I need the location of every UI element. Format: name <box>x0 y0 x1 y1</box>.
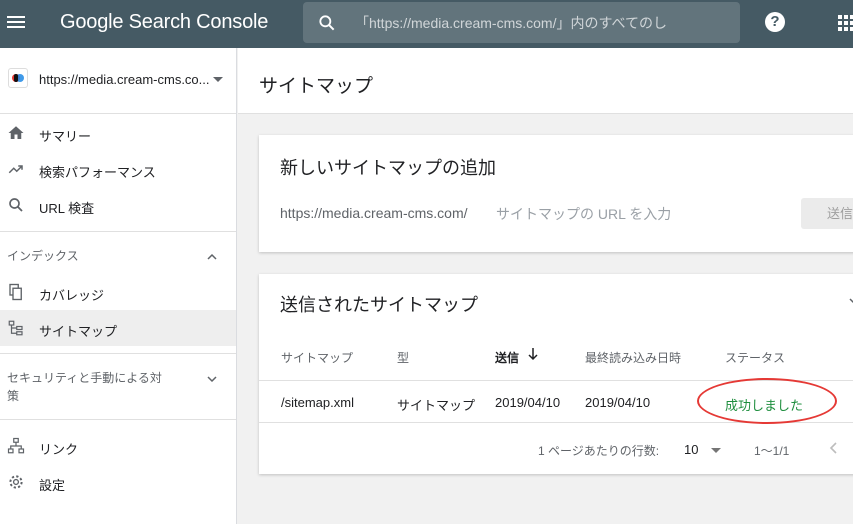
property-selector[interactable]: https://media.cream-cms.co... <box>0 48 236 114</box>
sidebar-item-label: サマリー <box>39 129 92 144</box>
sidebar-item-label: リンク <box>39 442 79 457</box>
status-badge: 成功しました <box>725 398 804 413</box>
file-copy-icon <box>9 283 22 301</box>
sidebar-divider <box>0 353 236 354</box>
row-divider <box>259 422 853 423</box>
column-header-type[interactable]: 型 <box>397 349 409 366</box>
page-range: 1〜1/1 <box>754 444 790 458</box>
section-security-header[interactable]: セキュリティと手動による対 策 <box>0 368 236 408</box>
sitemap-url-input[interactable] <box>496 201 766 227</box>
filter-caret-icon[interactable] <box>849 296 853 306</box>
submit-button[interactable]: 送信 <box>801 198 853 229</box>
card-title: 新しいサイトマップの追加 <box>280 158 496 178</box>
sidebar-item-settings[interactable]: 設定 <box>0 464 236 500</box>
search-icon[interactable] <box>317 13 337 33</box>
app-title[interactable]: Google Search Console <box>60 11 268 34</box>
gear-icon <box>9 475 23 489</box>
search-box[interactable] <box>303 2 740 43</box>
section-title: インデックス <box>7 249 79 263</box>
submitted-sitemaps-card: 送信されたサイトマップ サイトマップ 型 送信 最終読み込み日時 ステータス /… <box>259 274 853 474</box>
sidebar-item-url-inspection[interactable]: URL 検査 <box>0 187 236 223</box>
sidebar-item-label: サイトマップ <box>39 324 118 339</box>
chevron-left-icon[interactable] <box>827 440 841 456</box>
cell-last-read: 2019/04/10 <box>585 395 651 410</box>
sidebar-item-sitemaps[interactable]: サイトマップ <box>0 310 236 346</box>
sidebar-item-label: URL 検査 <box>39 201 95 216</box>
apps-grid-icon[interactable] <box>838 15 853 33</box>
column-header-sitemap[interactable]: サイトマップ <box>281 349 353 366</box>
column-header-submitted[interactable]: 送信 <box>495 349 519 366</box>
search-icon <box>9 198 23 212</box>
property-favicon <box>8 68 28 88</box>
column-header-status[interactable]: ステータス <box>725 349 785 366</box>
dropdown-caret-icon <box>213 77 223 82</box>
pagination: 1 ページあたりの行数: 10 1〜1/1 <box>259 434 853 464</box>
sidebar-item-coverage[interactable]: カバレッジ <box>0 274 236 310</box>
sidebar-item-label: 検索パフォーマンス <box>39 165 156 180</box>
page-header: サイトマップ <box>238 48 853 114</box>
sidebar: https://media.cream-cms.co... サマリー 検索パフォ… <box>0 48 237 524</box>
cell-type: サイトマップ <box>397 398 476 413</box>
page-title: サイトマップ <box>259 76 374 97</box>
card-title: 送信されたサイトマップ <box>280 295 478 315</box>
links-icon <box>7 437 25 454</box>
chevron-up-icon <box>207 253 217 260</box>
sidebar-divider <box>0 419 236 420</box>
rows-per-page-value: 10 <box>684 442 699 457</box>
chevron-down-icon <box>207 376 217 383</box>
home-icon <box>8 126 24 139</box>
section-index-header[interactable]: インデックス <box>0 244 236 268</box>
table-row[interactable]: /sitemap.xml サイトマップ 2019/04/10 2019/04/1… <box>259 381 853 422</box>
sitemap-url-prefix: https://media.cream-cms.com/ <box>280 205 468 221</box>
column-header-last-read[interactable]: 最終読み込み日時 <box>585 349 681 366</box>
top-app-bar: Google Search Console ? <box>0 0 853 48</box>
property-url: https://media.cream-cms.co... <box>39 72 210 87</box>
rows-per-page-select[interactable]: 10 <box>684 437 724 461</box>
search-input[interactable] <box>355 2 735 43</box>
trending-up-icon <box>8 165 23 174</box>
rows-per-page-label: 1 ページあたりの行数: <box>538 444 660 458</box>
cell-submitted: 2019/04/10 <box>495 395 561 410</box>
section-title-line2: 策 <box>7 389 20 403</box>
cell-sitemap: /sitemap.xml <box>281 395 354 410</box>
section-title-line1: セキュリティと手動による対 <box>7 371 162 385</box>
sitemap-icon <box>8 320 23 336</box>
arrow-down-icon[interactable] <box>527 347 539 361</box>
sidebar-item-label: 設定 <box>39 478 66 493</box>
add-sitemap-card: 新しいサイトマップの追加 https://media.cream-cms.com… <box>259 135 853 252</box>
sidebar-item-summary[interactable]: サマリー <box>0 115 236 151</box>
sidebar-item-performance[interactable]: 検索パフォーマンス <box>0 151 236 187</box>
sidebar-item-label: カバレッジ <box>39 288 105 303</box>
dropdown-caret-icon <box>711 448 721 453</box>
sidebar-divider <box>0 231 236 232</box>
help-icon[interactable]: ? <box>765 12 785 32</box>
menu-icon[interactable] <box>7 13 27 33</box>
sidebar-item-links[interactable]: リンク <box>0 428 236 464</box>
